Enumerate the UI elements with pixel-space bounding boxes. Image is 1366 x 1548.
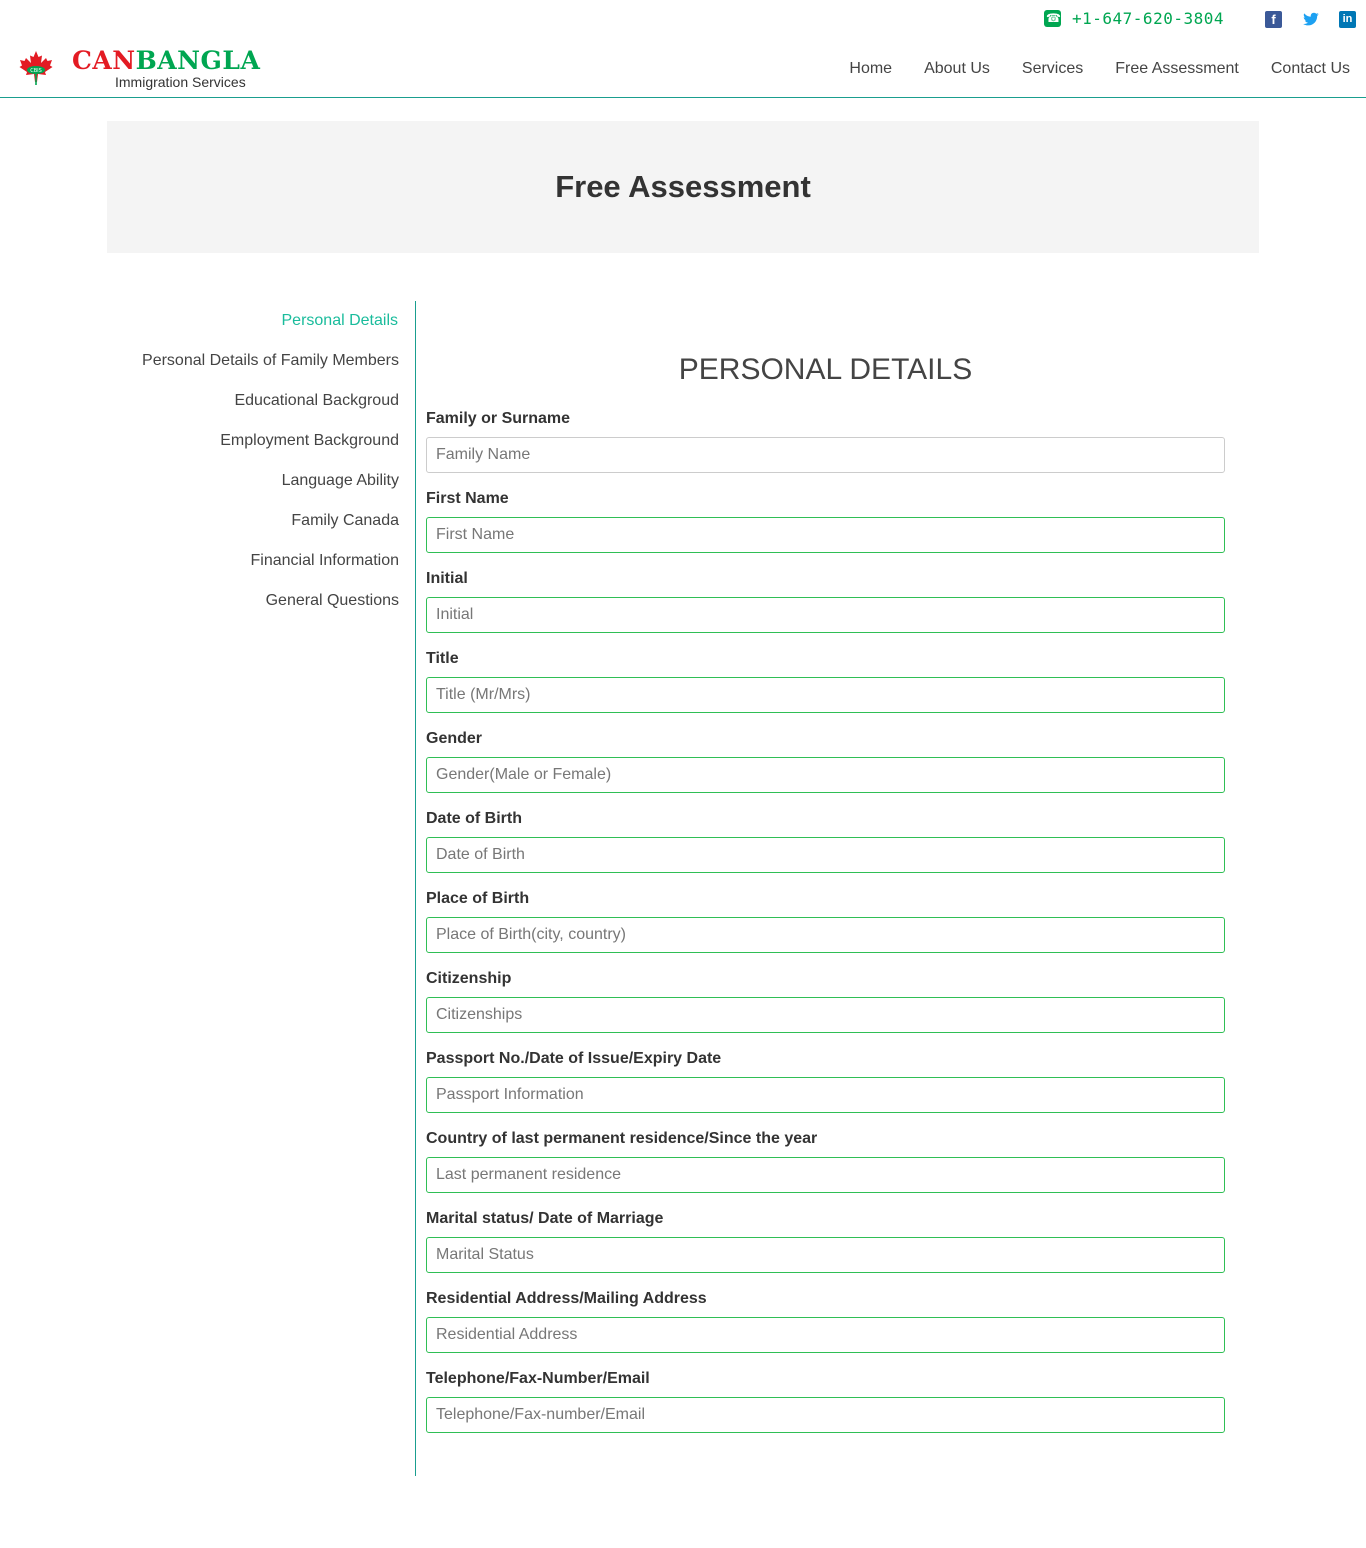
- sidebar-divider: [415, 301, 416, 1476]
- sidebar-item-personal-details[interactable]: Personal Details: [107, 301, 416, 341]
- nav-about-us[interactable]: About Us: [924, 60, 990, 78]
- field-label: Passport No./Date of Issue/Expiry Date: [426, 1050, 722, 1067]
- personal-details-form: PERSONAL DETAILS Family or Surname First…: [426, 349, 1225, 1441]
- field-label: Citizenship: [426, 970, 512, 987]
- field-label: First Name: [426, 490, 509, 507]
- brand-name-part1: CAN: [72, 46, 136, 75]
- field-label: Gender: [426, 730, 483, 747]
- svg-text:CBIS: CBIS: [30, 68, 42, 74]
- citizenship-input[interactable]: [426, 997, 1225, 1033]
- phone-icon: [1044, 10, 1061, 27]
- telephone-email-input[interactable]: [426, 1397, 1225, 1433]
- brand-subtitle: Immigration Services: [115, 74, 246, 90]
- sidebar-item-general-questions[interactable]: General Questions: [107, 581, 416, 621]
- initial-input[interactable]: [426, 597, 1225, 633]
- passport-input[interactable]: [426, 1077, 1225, 1113]
- sidebar-item-employment-background[interactable]: Employment Background: [107, 421, 416, 461]
- form-title: PERSONAL DETAILS: [678, 353, 973, 386]
- sidebar-item-financial-information[interactable]: Financial Information: [107, 541, 416, 581]
- phone-number[interactable]: +1-647-620-3804: [1072, 9, 1224, 28]
- sidebar-item-family-members[interactable]: Personal Details of Family Members: [107, 341, 416, 381]
- top-bar: +1-647-620-3804 f in: [0, 0, 1366, 40]
- marital-status-input[interactable]: [426, 1237, 1225, 1273]
- page-title: Free Assessment: [555, 169, 811, 204]
- assessment-sidebar: Personal Details Personal Details of Fam…: [107, 301, 416, 621]
- field-label: Residential Address/Mailing Address: [426, 1290, 707, 1307]
- field-label: Initial: [426, 570, 468, 587]
- maple-leaf-icon: CBIS: [19, 51, 53, 85]
- field-label: Place of Birth: [426, 890, 530, 907]
- gender-input[interactable]: [426, 757, 1225, 793]
- sidebar-item-family-canada[interactable]: Family Canada: [107, 501, 416, 541]
- nav-contact-us[interactable]: Contact Us: [1271, 60, 1350, 78]
- brand-name-part2: BANGLA: [135, 46, 261, 75]
- date-of-birth-input[interactable]: [426, 837, 1225, 873]
- family-name-input[interactable]: [426, 437, 1225, 473]
- place-of-birth-input[interactable]: [426, 917, 1225, 953]
- field-label: Telephone/Fax-Number/Email: [426, 1370, 650, 1387]
- brand-logo[interactable]: CANBANGLA: [72, 46, 260, 75]
- title-input[interactable]: [426, 677, 1225, 713]
- nav-services[interactable]: Services: [1022, 60, 1083, 78]
- nav-free-assessment[interactable]: Free Assessment: [1115, 60, 1239, 78]
- main-nav: Home About Us Services Free Assessment C…: [817, 60, 1350, 78]
- last-residence-input[interactable]: [426, 1157, 1225, 1193]
- field-label: Country of last permanent residence/Sinc…: [426, 1130, 818, 1147]
- page-banner: Free Assessment: [107, 121, 1259, 253]
- linkedin-icon[interactable]: in: [1339, 11, 1356, 28]
- field-label: Marital status/ Date of Marriage: [426, 1210, 664, 1227]
- field-label: Family or Surname: [426, 410, 571, 427]
- field-label: Title: [426, 650, 459, 667]
- residential-address-input[interactable]: [426, 1317, 1225, 1353]
- twitter-icon[interactable]: [1302, 11, 1319, 28]
- field-label: Date of Birth: [426, 810, 522, 827]
- phone-contact[interactable]: +1-647-620-3804: [1044, 9, 1224, 28]
- first-name-input[interactable]: [426, 517, 1225, 553]
- sidebar-item-language-ability[interactable]: Language Ability: [107, 461, 416, 501]
- sidebar-item-educational-background[interactable]: Educational Backgroud: [107, 381, 416, 421]
- nav-home[interactable]: Home: [849, 60, 892, 78]
- facebook-icon[interactable]: f: [1265, 11, 1282, 28]
- site-header: CBIS CANBANGLA Immigration Services Home…: [0, 40, 1366, 98]
